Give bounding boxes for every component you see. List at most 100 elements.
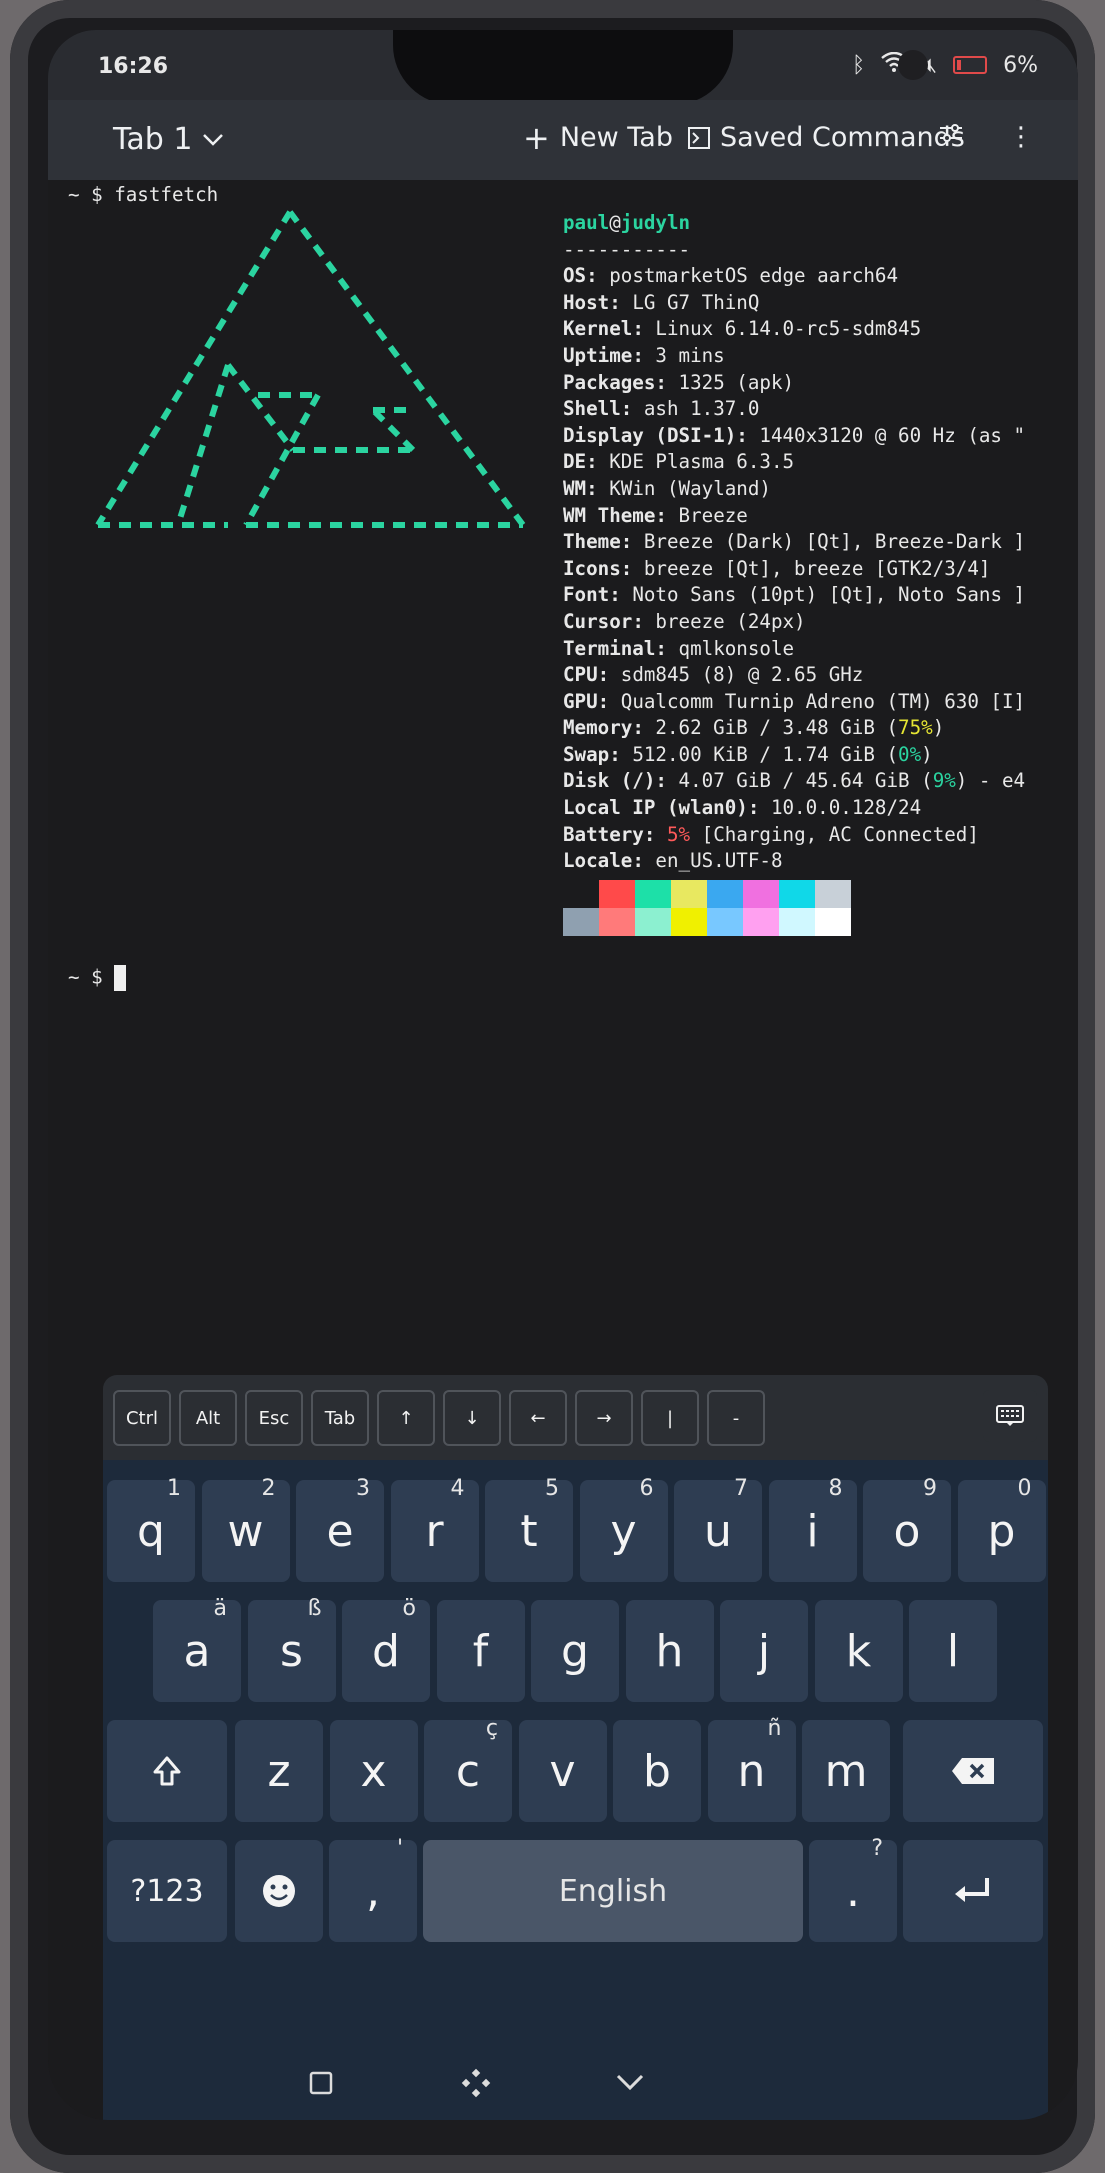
info-key: Display (DSI-1) [563,423,737,447]
key-hint: ç [485,1716,498,1741]
info-key: Kernel [563,317,633,341]
extra-key[interactable]: Tab [311,1390,369,1446]
info-row: Local IP (wlan0): 10.0.0.128/24 [563,795,1025,822]
space-key[interactable]: English [423,1840,803,1942]
color-swatch [671,908,707,936]
overview-icon[interactable] [308,2070,334,2096]
settings-button[interactable] [938,122,964,144]
key-x[interactable]: x [329,1720,418,1822]
battery-icon [953,56,988,74]
key-label: y [610,1505,637,1557]
info-value: Noto Sans (10pt) [Qt], Noto Sans ] [620,583,1026,607]
info-key: Swap [563,742,610,766]
key-o[interactable]: o9 [863,1476,951,1582]
key-i[interactable]: i8 [768,1476,857,1582]
info-colon: : [586,476,598,500]
info-colon: : [632,609,644,633]
key-n[interactable]: nñ [707,1716,796,1822]
key-hint: 1 [167,1476,181,1501]
info-row: Memory: 2.62 GiB / 3.48 GiB (75%) [563,715,1025,742]
key-e[interactable]: e3 [296,1476,384,1582]
extra-key[interactable]: - [707,1390,765,1446]
key-label: b [643,1745,671,1797]
shift-key[interactable] [107,1720,227,1822]
info-value: KWin (Wayland) [597,476,771,500]
keyboard-toggle-icon[interactable] [983,1390,1037,1442]
key-z[interactable]: z [235,1720,323,1822]
emoji-key[interactable] [235,1840,323,1942]
key-l[interactable]: l [909,1600,997,1702]
key-p[interactable]: p0 [957,1476,1046,1582]
info-colon: : [747,796,760,820]
key-label: a [183,1625,211,1677]
period-key[interactable]: .? [809,1836,897,1942]
key-c[interactable]: cç [424,1716,512,1822]
info-value: 10.0.0.128/24 [759,796,922,820]
front-camera [898,50,928,80]
key-hint: 6 [639,1476,654,1501]
key-hint: 4 [450,1476,465,1501]
extra-key[interactable]: Esc [245,1390,303,1446]
info-percent: 9% [932,769,956,793]
tab-selector[interactable]: Tab 1 [113,122,224,157]
info-row: Cursor: breeze (24px) [563,609,1025,636]
backspace-key[interactable] [903,1720,1043,1822]
hide-keyboard-icon[interactable] [615,2072,645,2092]
key-w[interactable]: w2 [201,1476,290,1582]
info-row: WM: KWin (Wayland) [563,476,1025,503]
key-label: m [824,1745,868,1797]
shift-icon [153,1756,181,1786]
color-swatch [635,908,671,936]
key-a[interactable]: aä [153,1596,241,1702]
extra-key[interactable]: Alt [179,1390,237,1446]
color-swatch [743,880,779,908]
key-label: p [987,1505,1016,1557]
key-label: j [757,1625,771,1677]
info-colon: : [609,290,621,314]
key-d[interactable]: dö [342,1596,430,1702]
info-percent: 75% [898,716,933,740]
new-tab-button[interactable]: + New Tab [523,122,673,154]
extra-key[interactable]: → [575,1390,633,1446]
postmarketos-logo [95,210,526,528]
extra-key[interactable]: ← [509,1390,567,1446]
key-f[interactable]: f [436,1600,525,1702]
extra-key[interactable]: ↓ [443,1390,501,1446]
extra-key[interactable]: Ctrl [113,1390,171,1446]
key-t[interactable]: t5 [485,1476,573,1582]
symbols-key[interactable]: ?123 [107,1840,227,1942]
home-icon[interactable] [461,2068,491,2098]
key-s[interactable]: sß [247,1596,336,1702]
key-m[interactable]: m [802,1720,890,1822]
key-r[interactable]: r4 [390,1476,479,1582]
key-v[interactable]: v [518,1720,607,1822]
comma-key[interactable]: , ' [329,1836,417,1942]
key-label: v [549,1745,576,1797]
info-row: Host: LG G7 ThinQ [563,290,1025,317]
info-key: WM Theme [563,503,656,527]
key-b[interactable]: b [613,1720,701,1822]
key-g[interactable]: g [531,1600,619,1702]
info-value: Linux 6.14.0-rc5-sdm845 [643,317,922,341]
info-value: 1440x3120 @ 60 Hz (as " [747,423,1026,447]
info-row: Theme: Breeze (Dark) [Qt], Breeze-Dark ] [563,529,1025,556]
at-sign: @ [609,211,621,234]
terminal-output[interactable]: ~ $ fastfetch paul@judyln ----------- OS… [48,180,1078,1380]
tab-title: Tab 1 [113,122,193,157]
key-q[interactable]: q1 [107,1476,195,1582]
menu-button[interactable]: ⋮ [1008,122,1034,152]
extra-key[interactable]: ↑ [377,1390,435,1446]
color-swatch [707,908,743,936]
key-y[interactable]: y6 [579,1476,668,1582]
key-j[interactable]: j [720,1600,808,1702]
key-k[interactable]: k [814,1600,903,1702]
color-swatch [779,908,815,936]
key-h[interactable]: h [625,1600,714,1702]
key-u[interactable]: u7 [674,1476,762,1582]
info-value: qmlkonsole [666,636,795,660]
extra-key[interactable]: | [641,1390,699,1446]
host-name: judyln [620,211,691,234]
saved-commands-button[interactable]: Saved Commands [688,122,965,153]
key-hint: ' [396,1836,403,1861]
enter-key[interactable] [903,1840,1043,1942]
